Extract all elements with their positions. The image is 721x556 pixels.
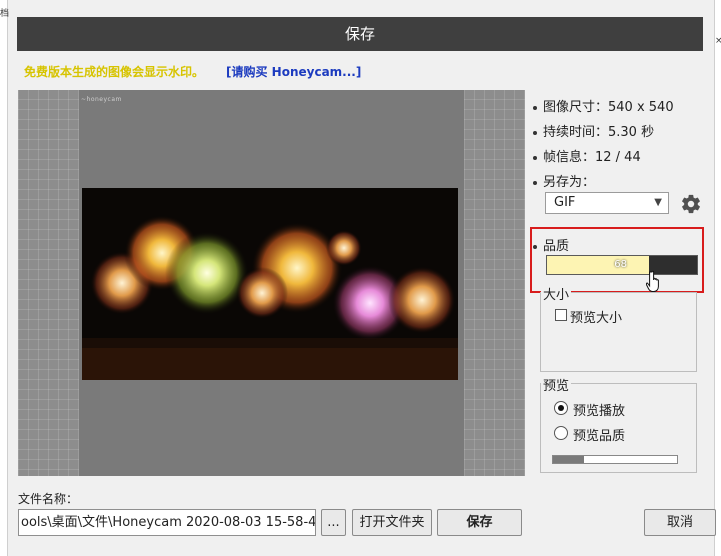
preview-image bbox=[82, 188, 458, 380]
dialog-title: 保存 bbox=[17, 17, 703, 51]
preview-playback-radio[interactable] bbox=[554, 401, 568, 415]
quality-info: 品质 bbox=[533, 235, 569, 254]
trial-watermark-notice: 免费版本生成的图像会显示水印。 bbox=[24, 65, 205, 79]
browse-button[interactable]: ... bbox=[321, 509, 346, 536]
format-select[interactable]: GIF ▼ bbox=[545, 192, 669, 214]
gear-icon[interactable] bbox=[680, 193, 702, 215]
preview-size-label: 预览大小 bbox=[570, 311, 623, 326]
background-window-fragment: × bbox=[715, 36, 721, 46]
bullet bbox=[533, 155, 537, 160]
duration-info: 持续时间：5.30 秒 bbox=[533, 121, 654, 140]
size-group-title: 大小 bbox=[541, 284, 572, 303]
preview-group-title: 预览 bbox=[541, 375, 572, 394]
background-window-edge-left: 档 bbox=[0, 0, 10, 556]
preview-quality-label: 预览品质 bbox=[573, 429, 626, 444]
open-folder-button[interactable]: 打开文件夹 bbox=[352, 509, 432, 536]
background-window-edge-right: × bbox=[714, 0, 721, 556]
transparent-checker-left bbox=[18, 90, 79, 476]
bullet bbox=[533, 130, 537, 135]
filename-label: 文件名称： bbox=[18, 492, 79, 506]
hand-cursor-icon bbox=[646, 270, 659, 292]
chevron-down-icon: ▼ bbox=[654, 197, 662, 208]
cancel-button[interactable]: 取消 bbox=[644, 509, 716, 536]
filename-input[interactable]: ools\桌面\文件\Honeycam 2020-08-03 15-58-42.… bbox=[18, 509, 316, 536]
size-group bbox=[540, 292, 697, 372]
watermark-tag: ~honeycam bbox=[81, 96, 122, 103]
frames-text: 帧信息：12 / 44 bbox=[543, 150, 641, 165]
save-button[interactable]: 保存 bbox=[437, 509, 522, 536]
background-window-fragment: 档 bbox=[0, 9, 10, 19]
bullet bbox=[533, 105, 537, 110]
transparent-checker-right bbox=[464, 90, 525, 476]
preview-quality-radio[interactable] bbox=[554, 426, 568, 440]
save-as-label: 另存为： bbox=[543, 175, 596, 190]
preview-progress-fill bbox=[553, 456, 584, 463]
bullet bbox=[533, 180, 537, 185]
preview-progress-bar bbox=[552, 455, 678, 464]
bullet bbox=[533, 244, 537, 249]
image-size-info: 图像尺寸：540 x 540 bbox=[533, 96, 674, 115]
preview-playback-label: 预览播放 bbox=[573, 404, 626, 419]
image-size-text: 图像尺寸：540 x 540 bbox=[543, 100, 674, 115]
frames-info: 帧信息：12 / 44 bbox=[533, 146, 641, 165]
quality-label: 品质 bbox=[543, 239, 570, 254]
save-as-info: 另存为： bbox=[533, 171, 595, 190]
buy-honeycam-link[interactable]: [请购买 Honeycam...] bbox=[226, 63, 361, 80]
format-select-value: GIF bbox=[554, 195, 576, 210]
duration-text: 持续时间：5.30 秒 bbox=[543, 125, 655, 140]
preview-size-checkbox[interactable] bbox=[555, 309, 567, 321]
quality-slider[interactable]: 68 bbox=[546, 255, 698, 275]
quality-value: 68 bbox=[614, 259, 627, 270]
